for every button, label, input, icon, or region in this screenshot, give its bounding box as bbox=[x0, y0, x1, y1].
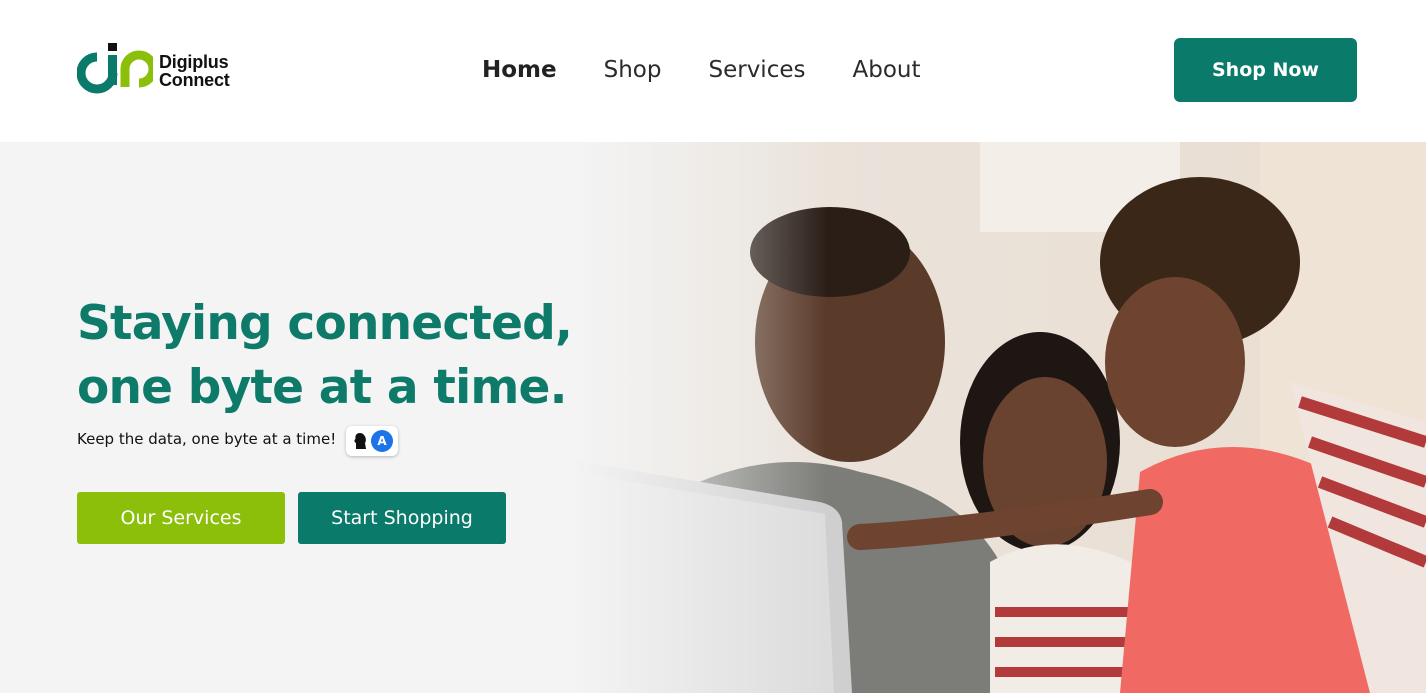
nav-about[interactable]: About bbox=[852, 52, 920, 88]
nav-shop[interactable]: Shop bbox=[604, 52, 662, 88]
logo-mark-icon bbox=[77, 43, 153, 94]
site-header: Digiplus Connect Home Shop Services Abou… bbox=[0, 0, 1426, 142]
hero-section: Staying connected, one byte at a time. K… bbox=[0, 142, 1426, 693]
brand-logo[interactable]: Digiplus Connect bbox=[77, 43, 247, 99]
translate-a-icon: A bbox=[371, 430, 393, 452]
hero-subtitle: Keep the data, one byte at a time! bbox=[77, 430, 337, 448]
shop-now-button[interactable]: Shop Now bbox=[1174, 38, 1357, 102]
brand-name-line2: Connect bbox=[159, 70, 230, 90]
nav-services[interactable]: Services bbox=[708, 52, 805, 88]
hero-title: Staying connected, one byte at a time. bbox=[77, 292, 637, 420]
our-services-button[interactable]: Our Services bbox=[77, 492, 285, 544]
browser-extension-badge[interactable]: A bbox=[346, 426, 398, 456]
hero-title-line1: Staying connected, bbox=[77, 296, 573, 351]
main-nav: Home Shop Services About bbox=[482, 52, 921, 88]
brand-name-line1: Digiplus bbox=[159, 52, 229, 72]
hero-title-line2: one byte at a time. bbox=[77, 360, 567, 415]
nav-home[interactable]: Home bbox=[482, 52, 557, 88]
start-shopping-button[interactable]: Start Shopping bbox=[298, 492, 506, 544]
brand-name: Digiplus Connect bbox=[159, 53, 230, 89]
silhouette-icon bbox=[354, 433, 366, 449]
